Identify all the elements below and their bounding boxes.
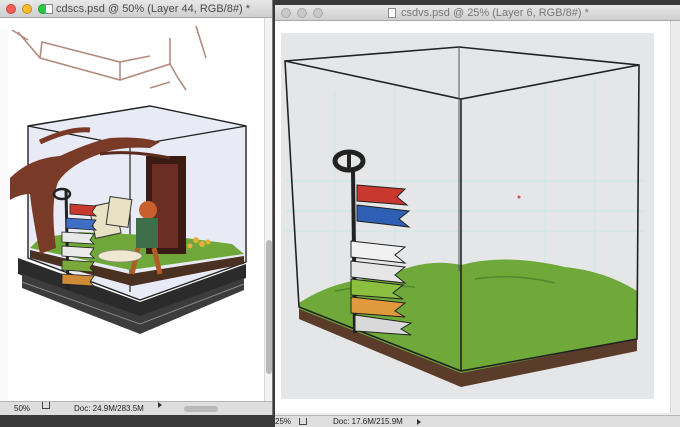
title-bar-left[interactable]: cdscs.psd @ 50% (Layer 44, RGB/8#) * xyxy=(0,0,272,18)
scroll-paper xyxy=(97,249,143,263)
document-size: Doc: 17.6M/215.9M xyxy=(333,417,403,426)
document-window-left[interactable]: cdscs.psd @ 50% (Layer 44, RGB/8#) * 50%… xyxy=(0,0,273,415)
share-icon[interactable] xyxy=(299,418,307,425)
zoom-level[interactable]: 25% xyxy=(275,416,291,427)
book-2 xyxy=(105,196,133,228)
document-icon xyxy=(45,4,53,14)
document-icon xyxy=(388,8,396,18)
artwork-diorama-sketch xyxy=(0,25,247,401)
canvas-right[interactable] xyxy=(275,21,670,413)
window-title: cdscs.psd @ 50% (Layer 44, RGB/8#) * xyxy=(56,3,250,15)
zoom-button-inactive[interactable] xyxy=(313,8,323,18)
window-title: csdvs.psd @ 25% (Layer 6, RGB/8#) * xyxy=(401,7,589,19)
status-menu-arrow-icon[interactable] xyxy=(417,419,421,425)
document-size: Doc: 24.9M/283.5M xyxy=(74,404,144,413)
close-button[interactable] xyxy=(6,4,16,14)
document-window-right[interactable]: csdvs.psd @ 25% (Layer 6, RGB/8#) * 25% … xyxy=(275,5,680,427)
status-menu-arrow-icon[interactable] xyxy=(158,402,162,408)
status-bar-left: 50% Doc: 24.9M/283.5M xyxy=(0,401,272,415)
minimize-button[interactable] xyxy=(22,4,32,14)
zoom-level[interactable]: 50% xyxy=(14,402,30,415)
vertical-scrollbar-right[interactable] xyxy=(670,21,679,413)
minimize-button-inactive[interactable] xyxy=(297,8,307,18)
share-icon[interactable] xyxy=(42,402,50,409)
pencil-sketch-lines xyxy=(11,25,207,91)
character-body xyxy=(136,218,158,248)
title-bar-right[interactable]: csdvs.psd @ 25% (Layer 6, RGB/8#) * xyxy=(275,5,680,21)
horizontal-scroll-thumb[interactable] xyxy=(184,406,218,412)
vertical-scrollbar-left[interactable] xyxy=(264,18,272,401)
close-button-inactive[interactable] xyxy=(281,8,291,18)
canvas-left[interactable] xyxy=(0,18,264,401)
character-head xyxy=(139,201,157,219)
scroll-thumb[interactable] xyxy=(266,240,272,374)
artwork-glass-case xyxy=(281,33,654,399)
status-bar-right: 25% Doc: 17.6M/215.9M xyxy=(275,415,680,427)
